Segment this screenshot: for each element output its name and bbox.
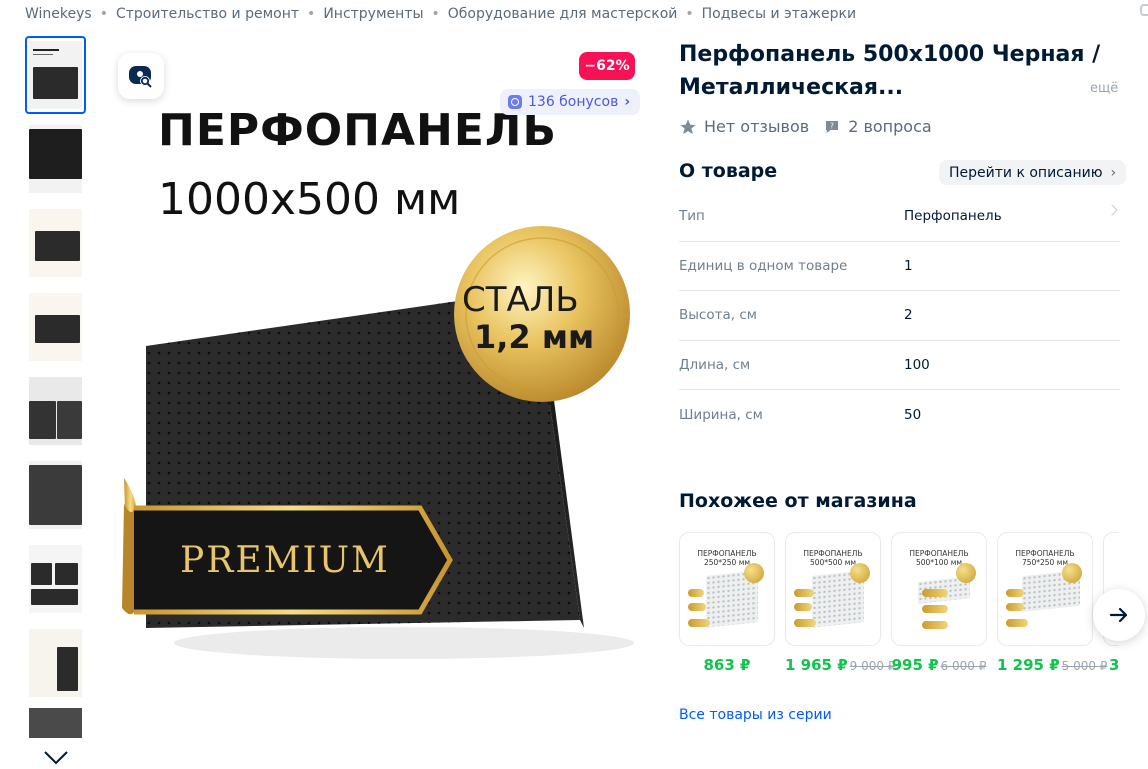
similar-product-card[interactable]: ПЕРФОПАНЕЛЬ 750*250 мм 1 295 ₽5 000 ₽	[997, 532, 1107, 674]
breadcrumb-item[interactable]: Winekeys	[25, 6, 92, 22]
similar-old-price: 6 000 ₽	[940, 659, 987, 673]
similar-caption-line2: 250*250 мм	[703, 558, 751, 567]
breadcrumb-separator: •	[431, 6, 440, 22]
thumbnail[interactable]	[25, 372, 86, 450]
breadcrumb-separator: •	[307, 6, 316, 22]
image-search-icon	[129, 66, 152, 88]
similar-product-card[interactable]: ПЕРФОПАНЕЛЬ 500*500 мм 1 965 ₽9 000 ₽	[785, 532, 895, 674]
promo-size: 1000x500 мм	[158, 174, 461, 225]
thumbnail[interactable]	[25, 540, 86, 618]
spec-label: Ширина, см	[679, 406, 763, 423]
spec-value: Перфопанель	[904, 208, 1002, 225]
similar-product-card[interactable]: ПЕРФОПАНЕЛЬ 500*100 мм 995 ₽6 000 ₽	[891, 532, 987, 674]
bonus-badge[interactable]: 136 бонусов ›	[500, 89, 641, 115]
breadcrumb-item[interactable]: Оборудование для мастерской	[448, 6, 678, 22]
question-icon: ?	[826, 120, 839, 133]
spec-label: Единиц в одном товаре	[679, 257, 848, 274]
chevron-right-icon: ›	[624, 94, 631, 110]
similar-price: 3	[1109, 656, 1119, 674]
similar-product-image: ПЕРФОПАНЕЛЬ 500*500 мм	[785, 532, 881, 646]
discount-badge: −62%	[579, 52, 635, 80]
chevron-right-icon[interactable]	[1106, 204, 1118, 216]
bonus-icon	[508, 95, 522, 109]
similar-price: 995 ₽	[891, 656, 939, 674]
spec-value: 50	[904, 406, 922, 423]
spec-row: Единиц в одном товаре 1	[679, 242, 1120, 291]
breadcrumb: Winekeys • Строительство и ремонт • Инст…	[25, 6, 856, 22]
spec-row: Ширина, см 50	[679, 390, 1120, 440]
spec-table: Тип Перфопанель Единиц в одном товаре 1 …	[679, 192, 1120, 440]
similar-price: 1 965 ₽	[785, 656, 848, 674]
thumbnail[interactable]	[25, 120, 86, 198]
similar-price-block: 1 965 ₽9 000 ₽	[785, 656, 895, 674]
breadcrumb-item[interactable]: Подвесы и этажерки	[702, 6, 856, 22]
rating-row: Нет отзывов ? 2 вопроса	[679, 117, 946, 136]
thumbnail[interactable]	[25, 36, 86, 114]
spec-label: Высота, см	[679, 307, 757, 324]
similar-caption-line2: 500*100 мм	[915, 558, 963, 567]
thumbnail[interactable]	[25, 204, 86, 282]
spec-label: Длина, см	[679, 356, 751, 373]
similar-product-card[interactable]: ПЕРФОПАНЕЛЬ 250*250 мм 863 ₽	[679, 532, 775, 674]
breadcrumb-item[interactable]: Строительство и ремонт	[116, 6, 299, 22]
breadcrumb-item[interactable]: Инструменты	[323, 6, 423, 22]
product-title: Перфопанель 500х1000 Черная / Металличес…	[679, 42, 1101, 100]
about-title: О товаре	[679, 160, 778, 182]
reviews-link[interactable]: Нет отзывов	[679, 117, 809, 136]
spec-row: Длина, см 100	[679, 341, 1120, 390]
title-more-link[interactable]: ещё	[1090, 81, 1118, 96]
promo-title: ПЕРФОПАНЕЛЬ	[158, 105, 558, 156]
spec-row: Высота, см 2	[679, 291, 1120, 341]
star-icon	[680, 119, 696, 134]
bonus-label: 136 бонусов	[528, 94, 619, 110]
similar-caption-line1: ПЕРФОПАНЕЛЬ	[909, 549, 969, 558]
breadcrumb-separator: •	[685, 6, 694, 22]
spec-value: 1	[904, 257, 913, 274]
thumbnail[interactable]	[25, 624, 86, 702]
goto-description-button[interactable]: Перейти к описанию ›	[939, 160, 1127, 185]
questions-label: 2 вопроса	[848, 117, 932, 136]
share-icon[interactable]	[1140, 4, 1148, 16]
questions-link[interactable]: ? 2 вопроса	[823, 117, 932, 136]
zoom-button[interactable]	[118, 53, 164, 99]
similar-title: Похожее от магазина	[679, 490, 917, 512]
breadcrumb-separator: •	[99, 6, 108, 22]
similar-carousel: ПЕРФОПАНЕЛЬ 250*250 мм 863 ₽ ПЕРФОПАНЕЛЬ 5…	[679, 532, 1119, 682]
similar-old-price: 5 000 ₽	[1061, 659, 1108, 673]
thumbnail-list	[25, 36, 87, 744]
thumbnail[interactable]	[25, 456, 86, 534]
promo-badge-line2: 1,2 мм	[474, 318, 595, 356]
spec-label: Тип	[679, 208, 705, 225]
similar-old-price: 9 000 ₽	[849, 659, 896, 673]
similar-product-image: ПЕРФОПАНЕЛЬ 500*100 мм	[891, 532, 987, 646]
thumbnail[interactable]	[25, 288, 86, 366]
similar-price-block: 995 ₽6 000 ₽	[891, 656, 987, 674]
thumbnail[interactable]	[25, 708, 86, 738]
similar-caption-line1: ПЕРФОПАНЕЛЬ	[1015, 549, 1075, 558]
carousel-next-button[interactable]	[1093, 589, 1145, 641]
spec-value: 100	[904, 356, 930, 373]
similar-product-image: ПЕРФОПАНЕЛЬ 250*250 мм	[679, 532, 775, 646]
similar-price: 863 ₽	[703, 656, 751, 674]
reviews-label: Нет отзывов	[704, 117, 810, 136]
chevron-down-icon[interactable]	[43, 748, 69, 766]
arrow-right-icon	[1109, 607, 1128, 623]
spec-value: 2	[904, 307, 913, 324]
spec-row: Тип Перфопанель	[679, 192, 1120, 242]
goto-description-label: Перейти к описанию	[949, 164, 1103, 181]
similar-caption-line1: ПЕРФОПАНЕЛЬ	[803, 549, 863, 558]
similar-caption-line1: ПЕРФОПАНЕЛЬ	[697, 549, 757, 558]
similar-price: 1 295 ₽	[997, 656, 1060, 674]
chevron-right-icon: ›	[1110, 164, 1117, 181]
promo-ribbon-text: PREMIUM	[180, 540, 390, 581]
similar-caption-line2: 500*500 мм	[809, 558, 857, 567]
series-link[interactable]: Все товары из серии	[679, 707, 832, 723]
similar-product-image: ПЕРФОПАНЕЛЬ 750*250 мм	[997, 532, 1093, 646]
similar-price-block: 1 295 ₽5 000 ₽	[997, 656, 1107, 674]
similar-caption-line2: 750*250 мм	[1021, 558, 1069, 567]
svg-text:?: ?	[830, 121, 834, 130]
promo-badge-line1: СТАЛЬ	[462, 280, 579, 320]
